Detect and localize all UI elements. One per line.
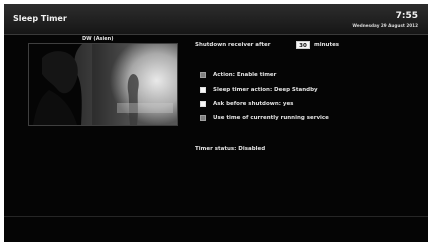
sleep-action-checkbox[interactable]	[200, 87, 206, 93]
minutes-input[interactable]: 30	[296, 41, 310, 49]
ask-before-shutdown-checkbox[interactable]	[200, 101, 206, 107]
channel-name: DW (Asien)	[82, 36, 114, 42]
page-title: Sleep Timer	[13, 14, 67, 23]
sleep-action-label: Sleep timer action: Deep Standby	[213, 87, 318, 93]
minutes-unit: minutes	[314, 42, 340, 48]
sleep-timer-screen: Sleep Timer 7:55 Wednesday 29 August 201…	[4, 4, 428, 242]
enable-timer-label: Action: Enable timer	[213, 72, 277, 78]
title-bar: Sleep Timer 7:55 Wednesday 29 August 201…	[4, 4, 428, 35]
footer-divider	[4, 216, 428, 217]
timer-status: Timer status: Disabled	[195, 146, 266, 152]
preview-image	[29, 44, 177, 125]
running-service-label: Use time of currently running service	[213, 115, 329, 121]
video-preview	[28, 43, 178, 126]
ask-before-shutdown-label: Ask before shutdown: yes	[213, 101, 294, 107]
date: Wednesday 29 August 2012	[352, 23, 418, 28]
running-service-checkbox[interactable]	[200, 115, 206, 121]
enable-timer-checkbox[interactable]	[200, 72, 206, 78]
shutdown-label: Shutdown receiver after	[195, 42, 271, 48]
clock: 7:55	[395, 11, 418, 21]
